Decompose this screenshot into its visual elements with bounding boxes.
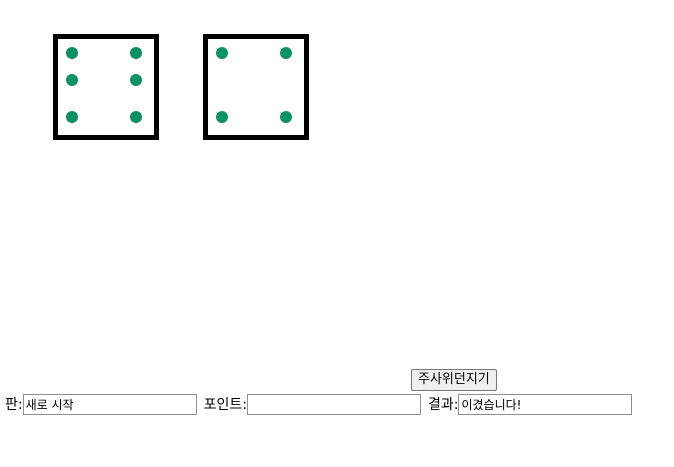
die-pip	[130, 111, 142, 123]
roll-dice-button[interactable]: 주사위던지기	[411, 369, 497, 391]
board-label: 판:	[5, 396, 23, 413]
dice-game: 주사위던지기 판: 포인트: 결과:	[0, 0, 674, 467]
point-field[interactable]	[246, 394, 421, 415]
die-pip	[130, 74, 142, 86]
board-field[interactable]	[22, 394, 197, 415]
result-label: 결과:	[427, 396, 459, 413]
die-pip	[280, 111, 292, 123]
die-pip	[66, 74, 78, 86]
die-pip	[66, 47, 78, 59]
die-pip	[216, 47, 228, 59]
die-pip	[280, 47, 292, 59]
die-2	[203, 34, 309, 140]
point-label: 포인트:	[203, 396, 247, 413]
die-pip	[66, 111, 78, 123]
die-pip	[130, 47, 142, 59]
result-field[interactable]	[458, 394, 633, 415]
game-status-row: 판: 포인트: 결과:	[5, 394, 633, 415]
die-1	[53, 34, 159, 140]
die-pip	[216, 111, 228, 123]
